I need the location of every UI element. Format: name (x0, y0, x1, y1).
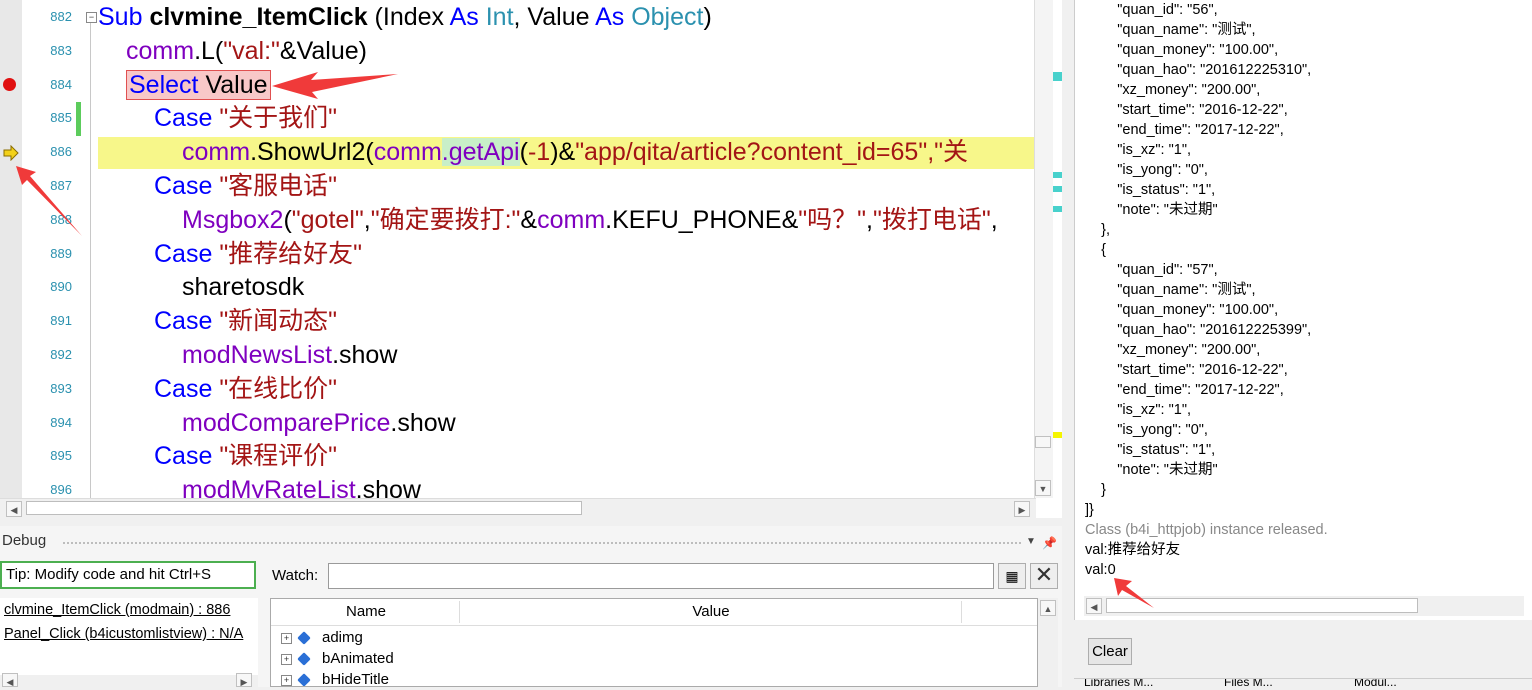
annotation-arrow (16, 166, 82, 236)
annotation-arrows (16, 72, 1154, 608)
annotation-arrow (1114, 578, 1154, 608)
annotation-arrow (272, 72, 398, 99)
